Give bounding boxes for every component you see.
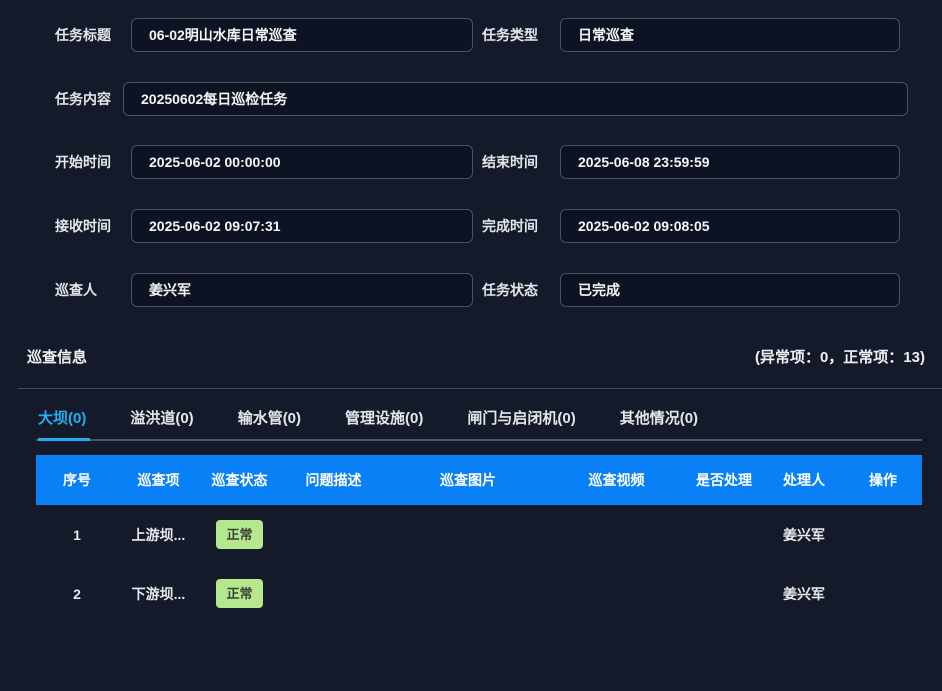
inspection-info-title: 巡查信息 — [27, 346, 87, 367]
header-status: 巡查状态 — [199, 470, 280, 490]
cell-item: 上游坝... — [118, 525, 199, 545]
task-type-input[interactable]: 日常巡查 — [560, 18, 900, 52]
header-index: 序号 — [36, 470, 118, 490]
category-tabs: 大坝(0) 溢洪道(0) 输水管(0) 管理设施(0) 闸门与启闭机(0) 其他… — [38, 407, 698, 428]
inspector-label: 巡查人 — [55, 273, 97, 307]
header-handled: 是否处理 — [684, 470, 764, 490]
end-time-label: 结束时间 — [482, 145, 538, 179]
inspector-input[interactable]: 姜兴军 — [131, 273, 473, 307]
task-content-label: 任务内容 — [55, 82, 111, 116]
task-status-label: 任务状态 — [482, 273, 538, 307]
header-item: 巡查项 — [118, 470, 199, 490]
section-divider — [18, 388, 942, 389]
status-badge: 正常 — [216, 579, 262, 608]
table-row: 2 下游坝... 正常 姜兴军 — [36, 564, 922, 623]
task-detail-page: 任务标题 06-02明山水库日常巡查 任务类型 日常巡查 任务内容 202506… — [0, 0, 942, 691]
cell-handler: 姜兴军 — [764, 584, 844, 604]
tab-other[interactable]: 其他情况(0) — [620, 407, 698, 428]
end-time-input[interactable]: 2025-06-08 23:59:59 — [560, 145, 900, 179]
tab-water-pipe[interactable]: 输水管(0) — [238, 407, 301, 428]
task-title-label: 任务标题 — [55, 18, 111, 52]
header-handler: 处理人 — [764, 470, 844, 490]
tab-management-facility[interactable]: 管理设施(0) — [345, 407, 423, 428]
finish-time-input[interactable]: 2025-06-02 09:08:05 — [560, 209, 900, 243]
header-image: 巡查图片 — [387, 470, 549, 490]
header-action: 操作 — [844, 470, 922, 490]
header-description: 问题描述 — [280, 470, 387, 490]
cell-status: 正常 — [199, 579, 280, 608]
cell-handler: 姜兴军 — [764, 525, 844, 545]
cell-status: 正常 — [199, 520, 280, 549]
task-status-input[interactable]: 已完成 — [560, 273, 900, 307]
receive-time-input[interactable]: 2025-06-02 09:07:31 — [131, 209, 473, 243]
cell-item: 下游坝... — [118, 584, 199, 604]
task-type-label: 任务类型 — [482, 18, 538, 52]
finish-time-label: 完成时间 — [482, 209, 538, 243]
table-row: 1 上游坝... 正常 姜兴军 — [36, 505, 922, 564]
receive-time-label: 接收时间 — [55, 209, 111, 243]
tab-active-indicator — [38, 438, 90, 441]
header-video: 巡查视频 — [549, 470, 684, 490]
inspection-count-summary: (异常项：0，正常项：13) — [755, 346, 925, 367]
task-title-input[interactable]: 06-02明山水库日常巡查 — [131, 18, 473, 52]
status-badge: 正常 — [216, 520, 262, 549]
cell-index: 1 — [36, 527, 118, 543]
inspection-table: 序号 巡查项 巡查状态 问题描述 巡查图片 巡查视频 是否处理 处理人 操作 1… — [36, 455, 922, 623]
tab-spillway[interactable]: 溢洪道(0) — [130, 407, 193, 428]
tabs-baseline — [36, 439, 922, 441]
start-time-input[interactable]: 2025-06-02 00:00:00 — [131, 145, 473, 179]
tab-dam[interactable]: 大坝(0) — [38, 407, 86, 428]
tab-gate-hoist[interactable]: 闸门与启闭机(0) — [467, 407, 575, 428]
cell-index: 2 — [36, 586, 118, 602]
start-time-label: 开始时间 — [55, 145, 111, 179]
task-content-input[interactable]: 20250602每日巡检任务 — [123, 82, 908, 116]
table-header-row: 序号 巡查项 巡查状态 问题描述 巡查图片 巡查视频 是否处理 处理人 操作 — [36, 455, 922, 505]
